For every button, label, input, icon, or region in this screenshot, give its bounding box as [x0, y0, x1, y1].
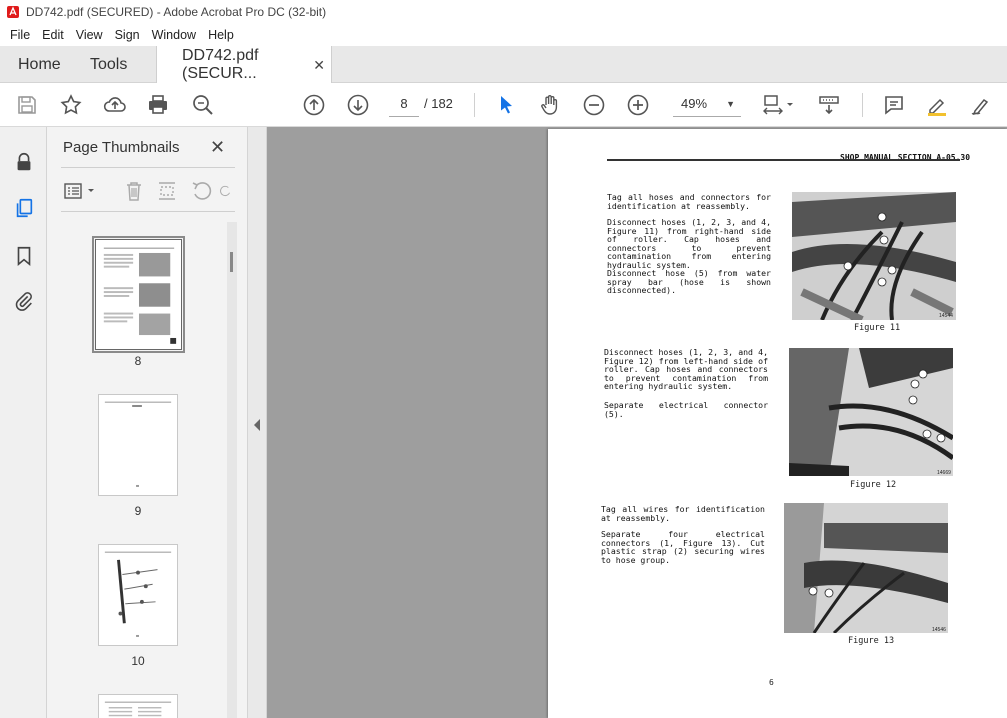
- figure-13-photo: 14546: [784, 503, 948, 633]
- zoom-level-select[interactable]: 49% ▼: [673, 93, 741, 117]
- instruction-paragraph: Separate four electrical connectors (1, …: [601, 529, 765, 565]
- toolbar-divider: [474, 93, 475, 117]
- figure-11-photo: 14544: [792, 192, 956, 320]
- figure-caption: Figure 11: [854, 323, 901, 333]
- title-bar: DD742.pdf (SECURED) - Adobe Acrobat Pro …: [0, 0, 1007, 24]
- page-fit-icon[interactable]: [760, 92, 796, 118]
- tab-document-label: DD742.pdf (SECUR...: [182, 47, 259, 82]
- tab-close-icon[interactable]: ✕: [313, 57, 325, 74]
- delete-page-icon[interactable]: [122, 179, 146, 203]
- previous-page-icon[interactable]: [301, 92, 327, 118]
- instruction-paragraph: Disconnect hoses (1, 2, 3, and 4, Figure…: [604, 347, 768, 392]
- header-rule: [607, 159, 960, 161]
- lock-icon[interactable]: [11, 149, 37, 175]
- bookmarks-icon[interactable]: [11, 243, 37, 269]
- panel-title: Page Thumbnails: [63, 139, 180, 156]
- zoom-search-icon[interactable]: [190, 92, 216, 118]
- menu-edit[interactable]: Edit: [36, 28, 70, 42]
- instruction-paragraph: Separate electrical connector (5).: [604, 400, 768, 419]
- menu-sign[interactable]: Sign: [109, 28, 146, 42]
- rotate-clockwise-icon[interactable]: [219, 179, 233, 203]
- document-canvas[interactable]: SHOP MANUAL SECTION A-05.30 Tag all hose…: [267, 127, 1007, 718]
- figure-id: 14669: [937, 470, 951, 476]
- panel-collapse-handle[interactable]: [248, 127, 267, 718]
- zoom-in-icon[interactable]: [625, 92, 651, 118]
- thumbnail-page-11[interactable]: [98, 694, 178, 718]
- save-icon[interactable]: [14, 92, 40, 118]
- menu-view[interactable]: View: [70, 28, 109, 42]
- thumbnail-page-10[interactable]: [98, 544, 178, 646]
- tab-document[interactable]: DD742.pdf (SECUR... ✕: [156, 46, 332, 84]
- document-page: SHOP MANUAL SECTION A-05.30 Tag all hose…: [548, 129, 1007, 718]
- hand-tool-icon[interactable]: [537, 92, 563, 118]
- scrollbar-thumb[interactable]: [230, 252, 233, 272]
- page-thumbnails-icon[interactable]: [11, 195, 37, 221]
- thumbnail-label: 9: [134, 504, 142, 518]
- next-page-icon[interactable]: [345, 92, 371, 118]
- figure-id: 14544: [939, 313, 953, 319]
- instruction-paragraph: Disconnect hoses (1, 2, 3, and 4, Figure…: [607, 217, 771, 270]
- window-title: DD742.pdf (SECURED) - Adobe Acrobat Pro …: [26, 5, 327, 19]
- thumbnail-preview: [103, 247, 177, 344]
- thumbnail-page-9[interactable]: [98, 394, 178, 496]
- figure-caption: Figure 12: [850, 480, 897, 490]
- scrolling-mode-icon[interactable]: [816, 92, 842, 118]
- figure-12-photo: 14669: [789, 348, 953, 476]
- select-cursor-icon[interactable]: [493, 92, 519, 118]
- tab-home[interactable]: Home: [18, 46, 61, 83]
- left-rail: [0, 127, 47, 718]
- comment-icon[interactable]: [881, 92, 907, 118]
- page-number: 6: [769, 678, 774, 687]
- close-icon[interactable]: ✕: [210, 137, 225, 158]
- menu-bar: File Edit View Sign Window Help: [0, 24, 1007, 46]
- thumbnail-preview: [104, 401, 172, 487]
- tab-tools[interactable]: Tools: [90, 46, 127, 83]
- figure-caption: Figure 13: [848, 636, 895, 646]
- thumbnail-options-icon[interactable]: [63, 179, 99, 203]
- menu-file[interactable]: File: [4, 28, 36, 42]
- chevron-down-icon: ▼: [726, 99, 735, 109]
- zoom-level-value: 49%: [681, 96, 708, 111]
- thumbnails-panel: Page Thumbnails ✕ 8 9 10: [47, 127, 248, 718]
- extract-page-icon[interactable]: [155, 179, 179, 203]
- menu-window[interactable]: Window: [146, 28, 202, 42]
- figure-id: 14546: [932, 627, 946, 633]
- instruction-paragraph: Disconnect hose (5) from water spray bar…: [607, 268, 771, 296]
- thumbnails-scrollbar[interactable]: [227, 222, 237, 718]
- attachments-icon[interactable]: [11, 288, 37, 314]
- tab-bar: Home Tools DD742.pdf (SECUR... ✕: [0, 46, 1007, 84]
- instruction-paragraph: Tag all hoses and connectors for identif…: [607, 192, 771, 211]
- menu-help[interactable]: Help: [202, 28, 240, 42]
- divider: [61, 211, 235, 212]
- thumbnail-preview: [104, 551, 172, 637]
- thumbnail-label: 8: [134, 354, 142, 368]
- print-icon[interactable]: [145, 92, 171, 118]
- rotate-counterclockwise-icon[interactable]: [189, 179, 213, 203]
- collapse-left-icon: [254, 419, 260, 431]
- page-total: / 182: [424, 96, 453, 111]
- highlight-pen-icon[interactable]: [924, 92, 950, 118]
- toolbar-divider: [862, 93, 863, 117]
- thumbnail-label: 10: [131, 654, 145, 668]
- divider: [61, 167, 235, 168]
- page-number-input[interactable]: 8: [389, 93, 419, 117]
- zoom-out-icon[interactable]: [581, 92, 607, 118]
- fill-sign-icon[interactable]: [968, 92, 994, 118]
- bookmark-star-icon[interactable]: [58, 92, 84, 118]
- thumbnail-preview: [104, 701, 172, 717]
- acrobat-app-icon: [7, 6, 19, 18]
- instruction-paragraph: Tag all wires for identification at reas…: [601, 504, 765, 523]
- upload-cloud-icon[interactable]: [102, 92, 128, 118]
- thumbnail-page-8[interactable]: [92, 236, 185, 353]
- toolbar: 8 / 182 49% ▼: [0, 83, 1007, 127]
